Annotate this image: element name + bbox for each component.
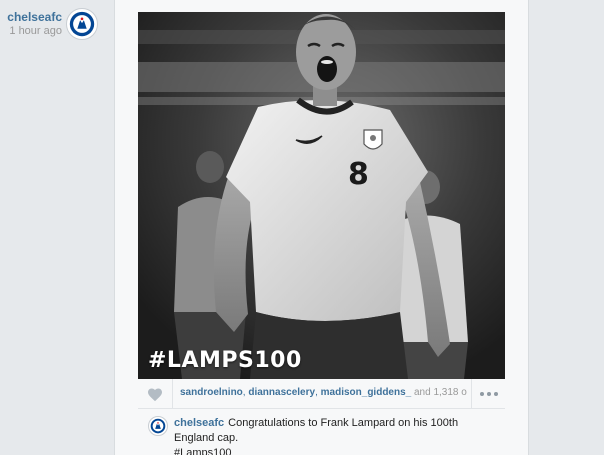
heart-icon [148,388,162,401]
chelsea-crest-icon [67,9,97,39]
ellipsis-icon [479,392,484,396]
post-meta: chelseafc 1 hour ago [0,10,62,38]
avatar[interactable] [66,8,98,40]
liker-link[interactable]: madison_giddens_ [321,387,412,398]
photo-illustration: 8 [138,12,505,379]
liker-link[interactable]: sandroelnino [180,387,243,398]
post-caption: chelseafc Congratulations to Frank Lampar… [138,410,505,455]
ellipsis-icon [486,392,491,396]
caption-hashtag[interactable]: #Lamps100 [174,447,232,455]
likes-list: sandroelnino, diannascelery, madison_gid… [180,387,467,398]
post-username[interactable]: chelseafc [0,10,62,24]
more-options-button[interactable] [471,379,505,409]
likes-count[interactable]: and 1,318 o [414,387,467,398]
caption-avatar[interactable] [148,416,168,436]
post-timestamp[interactable]: 1 hour ago [0,24,62,38]
photo-hashtag-overlay: #LAMPS100 [148,348,302,373]
likes-bar: sandroelnino, diannascelery, madison_gid… [138,379,505,409]
shirt-number: 8 [348,157,369,192]
liker-link[interactable]: diannascelery [248,387,315,398]
caption-username[interactable]: chelseafc [174,417,224,429]
post-photo[interactable]: 8 #LAMPS100 [138,12,505,379]
chelsea-crest-icon [149,417,167,435]
like-button[interactable] [138,379,173,409]
ellipsis-icon [493,392,498,396]
caption-text: chelseafc Congratulations to Frank Lampar… [174,416,499,455]
